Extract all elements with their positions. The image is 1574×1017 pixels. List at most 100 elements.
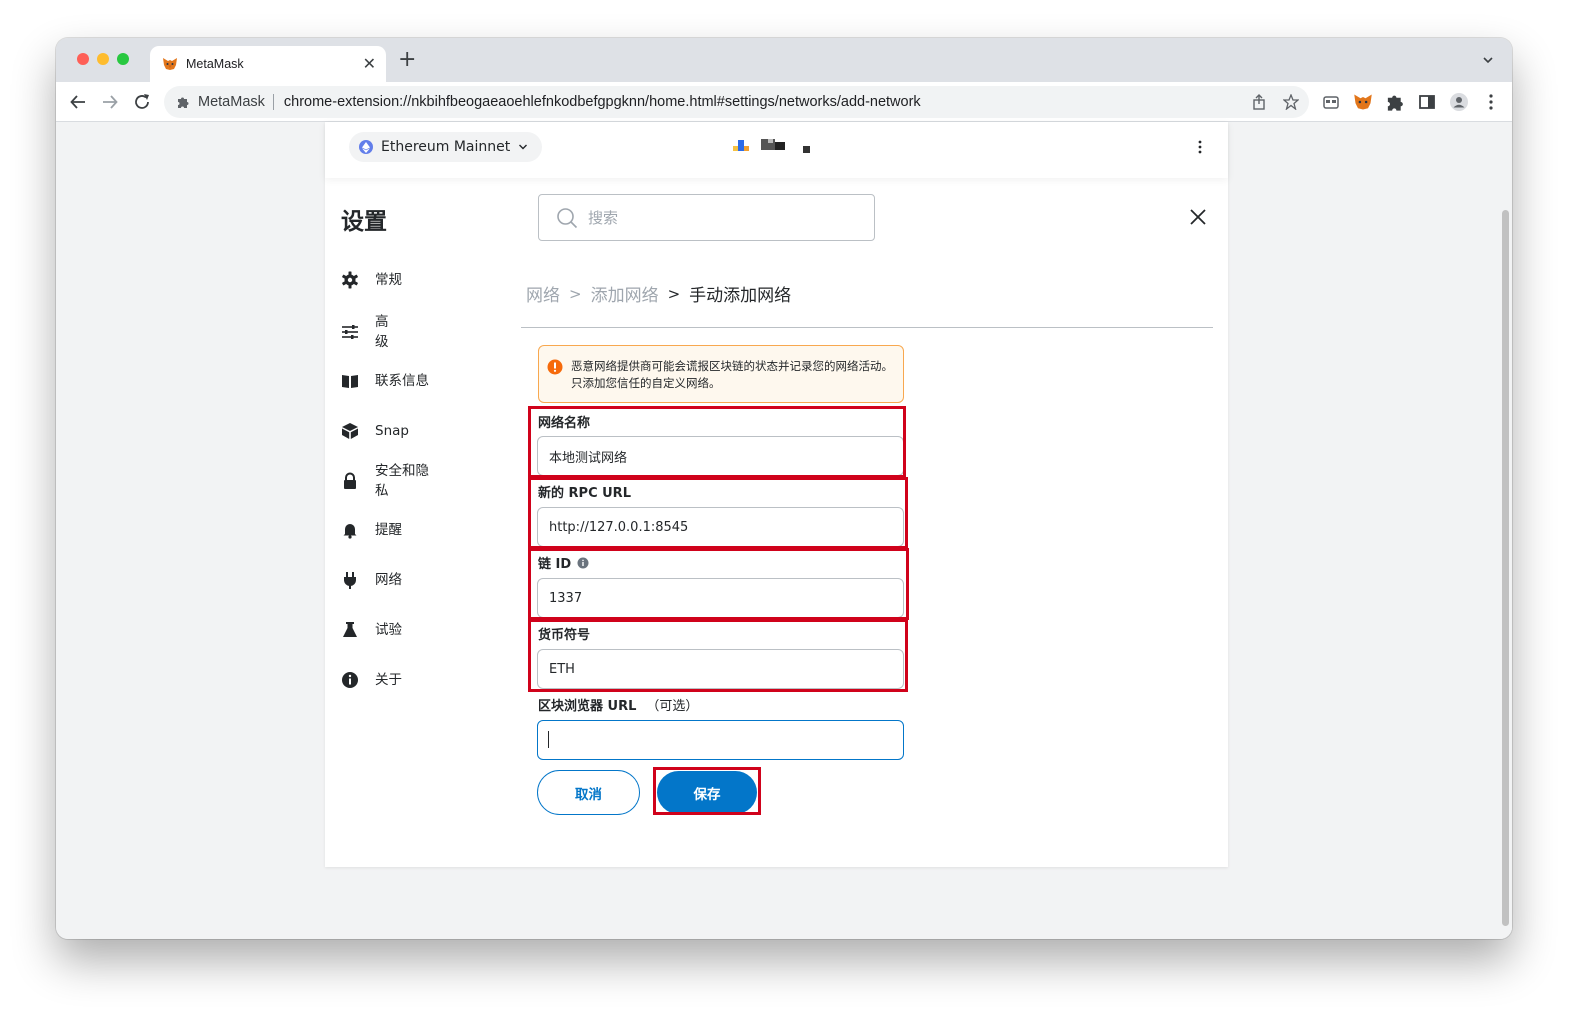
breadcrumb-networks[interactable]: 网络 [526, 281, 560, 306]
scrollbar-track[interactable] [1498, 122, 1512, 939]
chrome-menu-icon[interactable] [1481, 92, 1501, 112]
sliders-icon [342, 325, 358, 339]
sidebar-item-contacts[interactable]: 联系信息 [341, 371, 429, 391]
network-name: Ethereum Mainnet [381, 139, 511, 155]
sidebar-item-networks[interactable]: 网络 [341, 570, 402, 590]
bookmark-star-icon[interactable] [1283, 94, 1299, 110]
address-bar[interactable]: MetaMask chrome-extension://nkbihfbeogae… [164, 86, 1309, 118]
minimize-window-button[interactable] [97, 53, 109, 65]
tab-search-chevron-icon[interactable] [1482, 54, 1494, 66]
network-selector[interactable]: Ethereum Mainnet [349, 132, 543, 162]
tab-bar: MetaMask ✕ + [56, 38, 1512, 82]
cube-icon [342, 423, 358, 439]
account-identicon-icon[interactable] [733, 138, 813, 154]
sidebar-item-advanced[interactable]: 高级 [341, 312, 391, 352]
sidebar-item-alerts[interactable]: 提醒 [341, 520, 402, 540]
gear-icon [342, 271, 358, 289]
breadcrumb: 网络 > 添加网络 > 手动添加网络 [526, 281, 792, 307]
info-tooltip-icon[interactable] [577, 557, 589, 569]
metamask-fox-icon [163, 58, 177, 70]
scrollbar-thumb[interactable] [1502, 210, 1509, 926]
sidebar-item-label: 提醒 [375, 522, 402, 538]
optional-label: （可选） [646, 699, 699, 714]
sidebar-item-snap[interactable]: Snap [341, 421, 409, 441]
network-name-field[interactable] [537, 436, 904, 476]
text-cursor [548, 731, 549, 748]
lock-icon [344, 472, 356, 489]
new-tab-icon[interactable]: + [398, 49, 416, 71]
flask-icon [343, 622, 357, 637]
close-icon[interactable] [1189, 208, 1207, 226]
sidebar-item-label: 安全和隐私 [375, 463, 429, 499]
save-button[interactable]: 保存 [657, 771, 757, 814]
metamask-header: Ethereum Mainnet [325, 122, 1228, 178]
chain-id-label: 链 ID [538, 553, 589, 572]
tab-groups-icon[interactable] [1321, 92, 1341, 112]
sidebar-item-label: 试验 [375, 622, 402, 638]
chain-id-label-text: 链 ID [538, 557, 572, 572]
sidebar-item-label: 联系信息 [375, 373, 429, 389]
divider [521, 327, 1213, 328]
page-content: Ethereum Mainnet 设置 搜索 常规 高级 联系信息 Snap 安… [56, 122, 1512, 939]
sidebar-item-label: 网络 [375, 572, 402, 588]
tab-title: MetaMask [186, 57, 244, 71]
reload-icon[interactable] [132, 92, 152, 112]
chevron-down-icon [519, 144, 528, 150]
rpc-url-label: 新的 RPC URL [538, 482, 631, 501]
puzzle-icon [178, 97, 189, 108]
side-panel-icon[interactable] [1417, 92, 1437, 112]
explorer-url-field[interactable] [537, 720, 904, 760]
omnibox-separator [272, 94, 274, 110]
settings-search[interactable] [538, 194, 875, 241]
warning-icon [547, 359, 563, 375]
info-icon [342, 672, 358, 688]
account-options-icon[interactable] [1198, 139, 1202, 155]
sidebar-item-label: Snap [375, 423, 409, 439]
breadcrumb-separator: > [569, 284, 582, 303]
sidebar-item-experimental[interactable]: 试验 [341, 620, 402, 640]
explorer-url-label: 区块浏览器 URL （可选） [538, 695, 698, 714]
maximize-window-button[interactable] [117, 53, 129, 65]
sidebar-item-label: 高级 [375, 314, 389, 350]
bell-icon [343, 524, 357, 539]
back-arrow-icon[interactable] [68, 92, 88, 112]
share-icon[interactable] [1251, 94, 1267, 110]
warning-text: 恶意网络提供商可能会谎报区块链的状态并记录您的网络活动。只添加您信任的自定义网络… [571, 359, 893, 390]
forward-arrow-icon[interactable] [100, 92, 120, 112]
search-input[interactable] [588, 208, 848, 227]
breadcrumb-add-network[interactable]: 添加网络 [591, 281, 659, 306]
sidebar-item-general[interactable]: 常规 [341, 270, 402, 290]
search-icon [557, 207, 578, 228]
rpc-url-label-text: 新的 RPC URL [538, 486, 631, 501]
url-text[interactable]: chrome-extension://nkbihfbeogaeaoehlefnk… [284, 94, 921, 110]
metamask-panel: Ethereum Mainnet 设置 搜索 常规 高级 联系信息 Snap 安… [325, 122, 1228, 867]
currency-symbol-label-text: 货币符号 [538, 628, 591, 643]
rpc-url-field[interactable] [537, 507, 904, 547]
network-name-label-text: 网络名称 [538, 416, 591, 431]
browser-toolbar: MetaMask chrome-extension://nkbihfbeogae… [56, 82, 1512, 122]
explorer-url-label-text: 区块浏览器 URL [538, 699, 637, 714]
sidebar-item-security[interactable]: 安全和隐私 [341, 461, 435, 501]
currency-symbol-label: 货币符号 [538, 624, 590, 643]
plug-icon [344, 572, 356, 589]
chain-id-field[interactable] [537, 578, 904, 618]
sidebar-item-label: 常规 [375, 272, 402, 288]
cancel-button[interactable]: 取消 [537, 770, 640, 815]
page-title: 设置 [341, 209, 387, 235]
tab-close-icon[interactable]: ✕ [363, 56, 376, 72]
extension-name: MetaMask [198, 94, 265, 110]
extensions-puzzle-icon[interactable] [1385, 92, 1405, 112]
browser-tab[interactable]: MetaMask ✕ [150, 46, 386, 82]
book-icon [342, 375, 358, 388]
ethereum-icon [359, 140, 373, 154]
close-window-button[interactable] [77, 53, 89, 65]
breadcrumb-separator: > [667, 284, 681, 303]
sidebar-item-label: 关于 [375, 672, 402, 688]
sidebar-item-about[interactable]: 关于 [341, 670, 402, 690]
warning-banner: 恶意网络提供商可能会谎报区块链的状态并记录您的网络活动。只添加您信任的自定义网络… [538, 345, 904, 403]
network-name-label: 网络名称 [538, 412, 590, 431]
profile-avatar-icon[interactable] [1449, 92, 1469, 112]
breadcrumb-current: 手动添加网络 [689, 286, 792, 306]
metamask-extension-icon[interactable] [1353, 92, 1373, 112]
currency-symbol-field[interactable] [537, 649, 904, 689]
